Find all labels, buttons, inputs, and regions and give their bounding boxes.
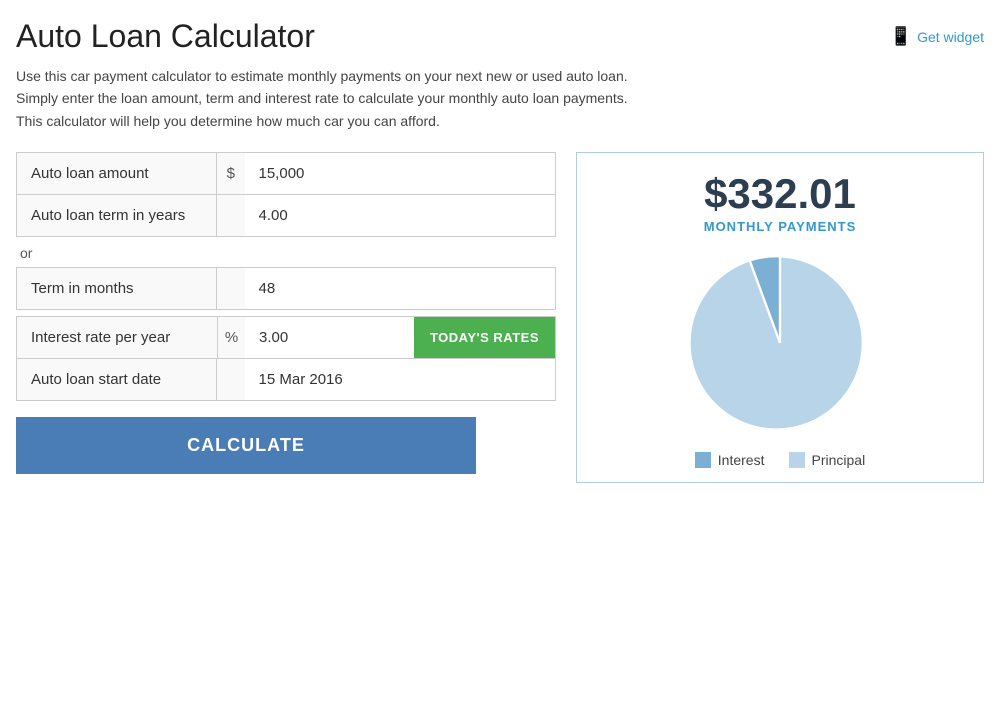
interest-rate-symbol: % [217, 317, 245, 358]
todays-rates-button[interactable]: TODAY'S RATES [414, 317, 555, 358]
pie-chart-container [591, 248, 969, 438]
description-text: Use this car payment calculator to estim… [16, 65, 656, 132]
monthly-amount: $332.01 [591, 171, 969, 217]
loan-term-years-input-cell [245, 195, 556, 237]
start-date-row: Auto loan start date [17, 359, 556, 401]
start-date-label: Auto loan start date [17, 359, 217, 401]
start-date-input-cell [245, 359, 556, 401]
term-months-row: Term in months [17, 268, 556, 310]
legend-principal-label: Principal [812, 452, 866, 468]
chart-legend: Interest Principal [591, 452, 969, 468]
form-table-2: Term in months [16, 267, 556, 310]
loan-term-years-symbol [217, 195, 245, 237]
loan-amount-label: Auto loan amount [17, 153, 217, 195]
form-table-3: Auto loan start date [16, 359, 556, 401]
start-date-input[interactable] [245, 359, 556, 400]
start-date-symbol [217, 359, 245, 401]
term-months-label: Term in months [17, 268, 217, 310]
right-panel: $332.01 MONTHLY PAYMENTS Interest [576, 152, 984, 483]
legend-interest-box [695, 452, 711, 468]
legend-principal-box [789, 452, 805, 468]
loan-term-years-row: Auto loan term in years [17, 195, 556, 237]
loan-amount-input[interactable] [245, 153, 556, 194]
loan-amount-symbol: $ [217, 153, 245, 195]
term-months-input[interactable] [245, 268, 556, 309]
pie-chart [685, 248, 875, 438]
loan-term-years-input[interactable] [245, 195, 556, 236]
page-title: Auto Loan Calculator [16, 18, 315, 55]
main-layout: Auto loan amount $ Auto loan term in yea… [16, 152, 984, 483]
get-widget-label: Get widget [917, 29, 984, 45]
interest-rate-input[interactable] [245, 317, 414, 358]
term-months-input-cell [245, 268, 556, 310]
loan-amount-input-cell [245, 153, 556, 195]
legend-interest-label: Interest [718, 452, 765, 468]
or-text: or [20, 245, 556, 261]
interest-rate-label: Interest rate per year [17, 317, 217, 358]
legend-principal: Principal [789, 452, 866, 468]
loan-term-years-label: Auto loan term in years [17, 195, 217, 237]
widget-icon: 📱 [890, 26, 912, 47]
monthly-label: MONTHLY PAYMENTS [591, 219, 969, 234]
left-panel: Auto loan amount $ Auto loan term in yea… [16, 152, 556, 474]
get-widget-link[interactable]: 📱 Get widget [890, 26, 984, 47]
loan-amount-row: Auto loan amount $ [17, 153, 556, 195]
legend-interest: Interest [695, 452, 765, 468]
interest-rate-input-cell [245, 317, 414, 358]
calculate-button[interactable]: CALCULATE [16, 417, 476, 474]
interest-rate-row: Interest rate per year % TODAY'S RATES [16, 316, 556, 359]
form-table: Auto loan amount $ Auto loan term in yea… [16, 152, 556, 237]
term-months-symbol [217, 268, 245, 310]
